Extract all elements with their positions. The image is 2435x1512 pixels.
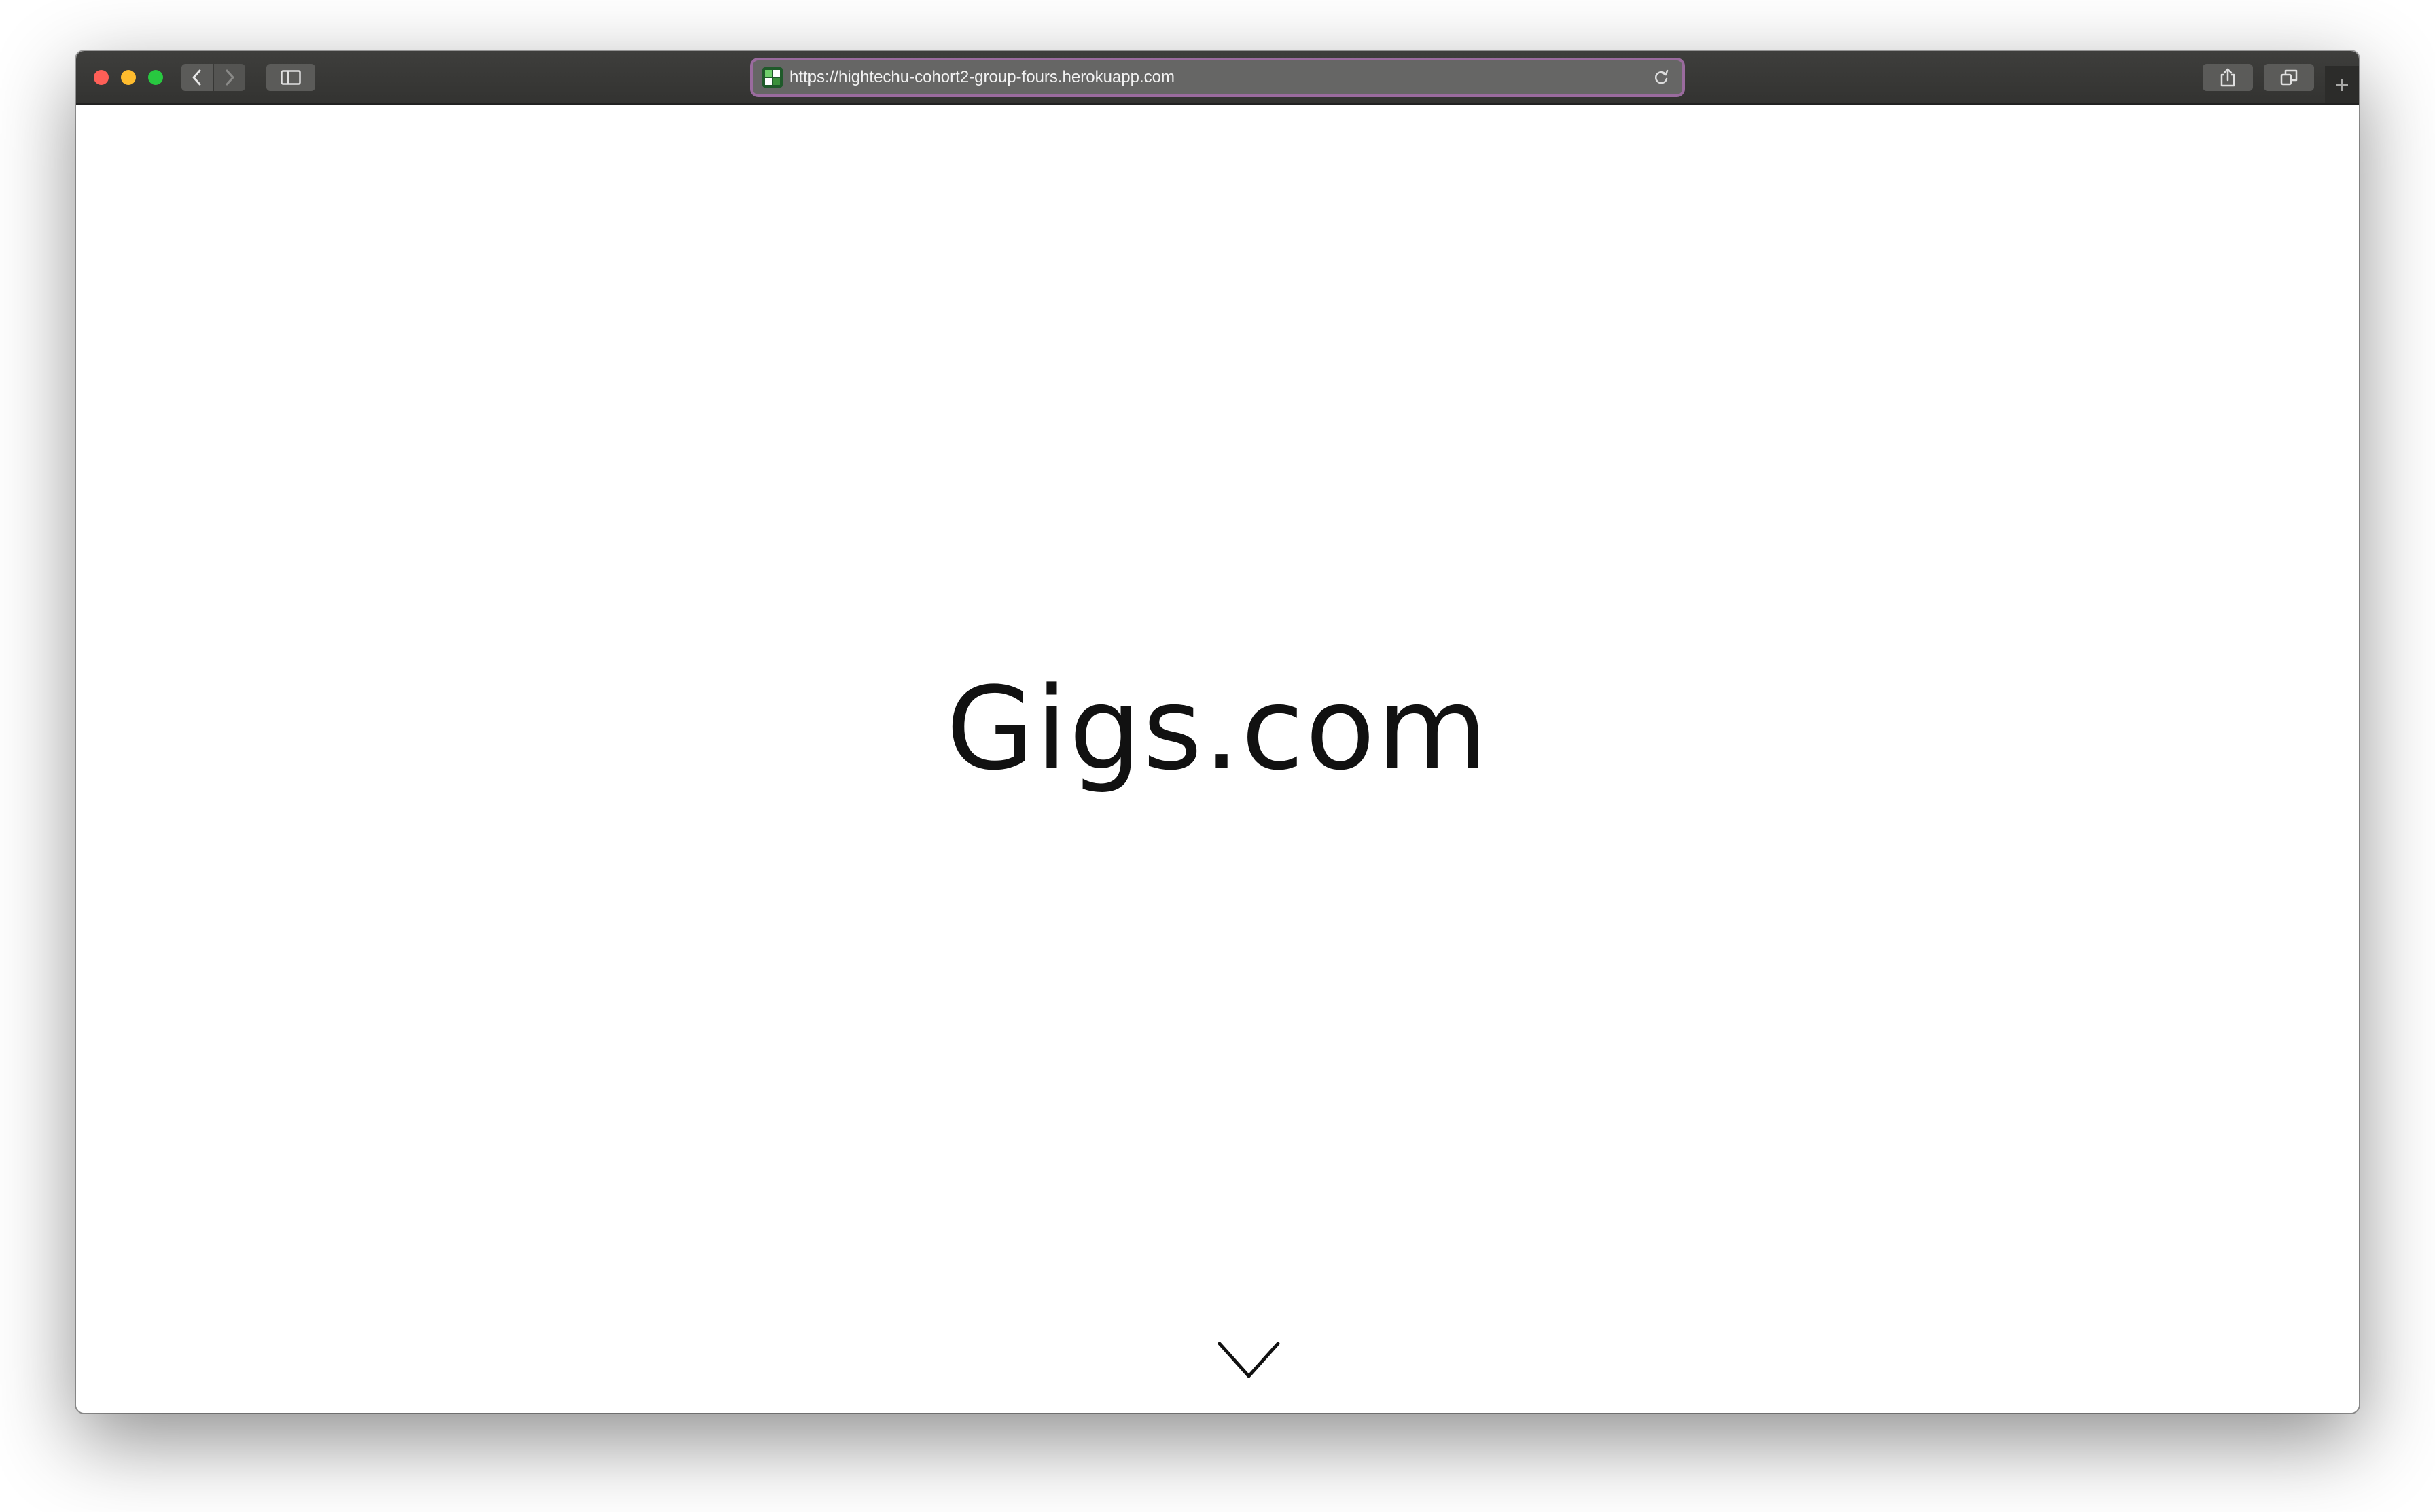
page-title: Gigs.com <box>946 662 1489 795</box>
scroll-down-button[interactable] <box>1218 1341 1280 1379</box>
minimize-window-button[interactable] <box>121 70 136 85</box>
forward-button[interactable] <box>214 64 245 91</box>
address-bar[interactable]: https://hightechu-cohort2-group-fours.he… <box>753 60 1682 94</box>
show-all-tabs-button[interactable] <box>2264 64 2314 91</box>
sidebar-toggle-button[interactable] <box>266 64 315 91</box>
chevron-right-icon <box>226 69 234 86</box>
plus-icon <box>2336 78 2348 91</box>
site-favicon <box>762 67 783 88</box>
tab-overview-icon <box>2280 69 2298 86</box>
browser-window: https://hightechu-cohort2-group-fours.he… <box>76 51 2359 1413</box>
back-button[interactable] <box>181 64 213 91</box>
browser-toolbar: https://hightechu-cohort2-group-fours.he… <box>76 51 2359 105</box>
reload-button[interactable] <box>1651 67 1671 88</box>
url-text: https://hightechu-cohort2-group-fours.he… <box>789 68 1175 86</box>
share-button[interactable] <box>2203 64 2253 91</box>
close-window-button[interactable] <box>94 70 109 85</box>
chevron-down-icon <box>1218 1342 1280 1378</box>
reload-icon <box>1654 69 1669 84</box>
sidebar-icon <box>281 70 301 85</box>
chevron-left-icon <box>192 69 201 86</box>
page-content: Gigs.com <box>76 105 2359 1413</box>
share-icon <box>2220 68 2235 87</box>
maximize-window-button[interactable] <box>148 70 163 85</box>
new-tab-button[interactable] <box>2325 66 2359 103</box>
